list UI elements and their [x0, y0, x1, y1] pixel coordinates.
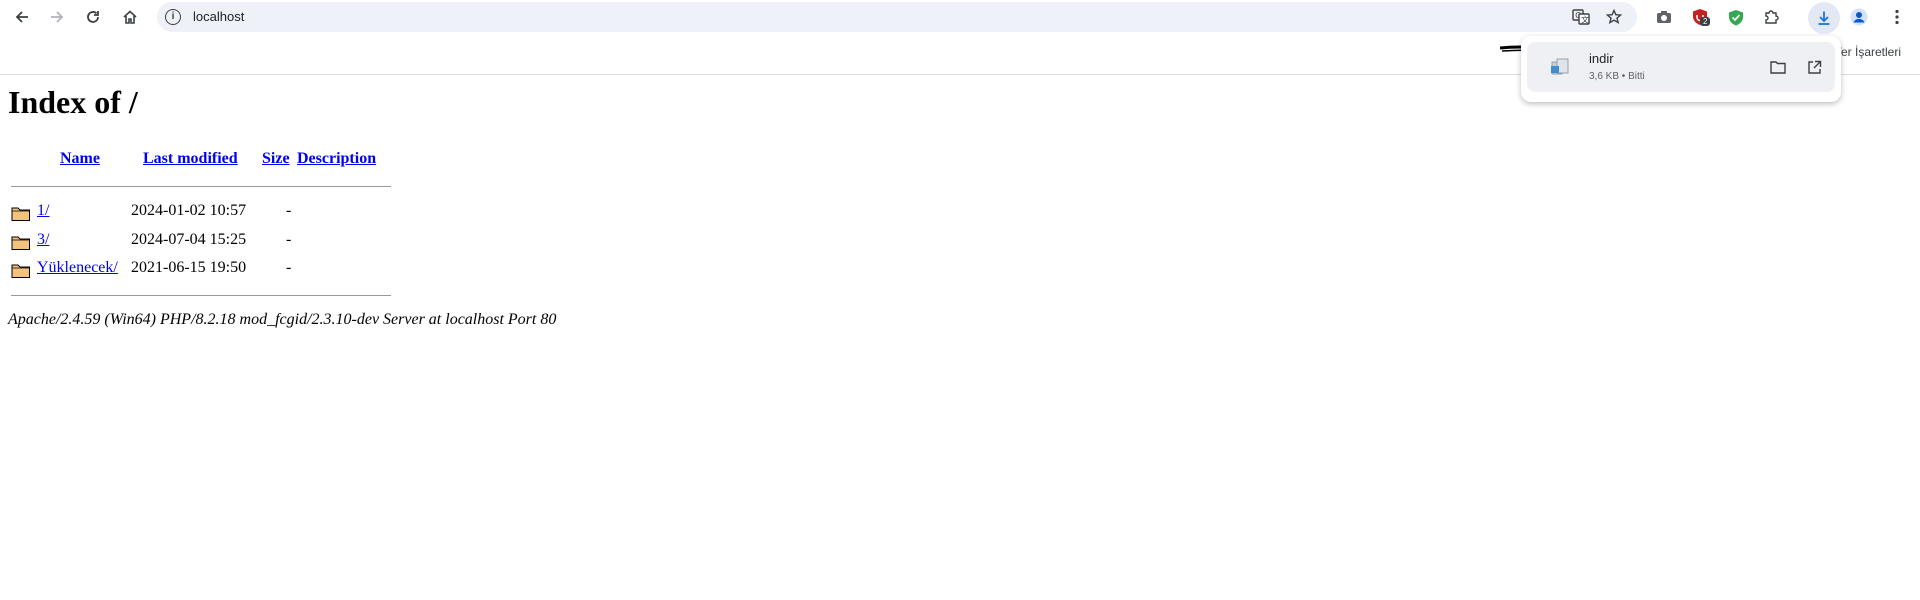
sort-by-modified-link[interactable]: Last modified — [143, 150, 238, 167]
folder-icon — [11, 264, 30, 278]
menu-kebab-icon[interactable] — [1884, 4, 1910, 30]
arrow-left-icon — [15, 11, 28, 23]
header-divider — [11, 186, 391, 187]
folder-icon — [11, 207, 30, 221]
download-item[interactable]: indir 3,6 KB • Bitti — [1527, 42, 1835, 92]
sort-by-size-link[interactable]: Size — [262, 150, 290, 167]
back-button[interactable] — [9, 4, 35, 30]
download-bubble: indir 3,6 KB • Bitti — [1521, 36, 1841, 102]
bookmark-star-icon[interactable] — [1604, 7, 1624, 27]
list-item[interactable]: 1/ — [37, 202, 49, 228]
last-modified-cell: 2021-06-15 19:50 — [131, 259, 247, 276]
ublock-shield-icon[interactable]: 2 — [1687, 4, 1713, 30]
folder-link[interactable]: 1/ — [37, 202, 49, 219]
home-icon — [123, 10, 137, 24]
folder-outline-icon — [1770, 61, 1786, 74]
reload-button[interactable] — [80, 4, 106, 30]
all-bookmarks-label[interactable]: Yer İşaretleri — [1834, 45, 1901, 59]
download-icon — [1818, 11, 1830, 25]
last-modified-cell: 2024-07-04 15:25 — [131, 231, 247, 248]
list-item[interactable]: 3/ — [37, 231, 49, 257]
browser-toolbar: i localhost G文 2 — [0, 0, 1920, 34]
open-file-button[interactable] — [1801, 54, 1827, 80]
reload-icon — [87, 11, 99, 23]
forward-button[interactable] — [44, 4, 70, 30]
size-cell: - — [286, 202, 292, 219]
downloads-button[interactable] — [1808, 2, 1840, 34]
size-cell: - — [286, 231, 292, 248]
folder-link[interactable]: 3/ — [37, 231, 49, 248]
extension-badge: 2 — [1700, 17, 1711, 26]
column-header-last-modified[interactable]: Last modified — [143, 150, 238, 176]
sort-by-description-link[interactable]: Description — [297, 150, 376, 167]
site-info-icon[interactable]: i — [165, 9, 181, 25]
file-icon — [1551, 58, 1569, 75]
list-item[interactable]: Yüklenecek/ — [37, 259, 118, 285]
translate-icon[interactable]: G文 — [1571, 7, 1591, 27]
download-filename: indir — [1589, 51, 1614, 66]
sort-by-name-link[interactable]: Name — [60, 150, 100, 167]
column-header-name[interactable]: Name — [60, 150, 100, 176]
folder-icon — [11, 236, 30, 250]
open-external-icon — [1807, 60, 1821, 74]
screenshot-icon[interactable] — [1651, 4, 1677, 30]
last-modified-cell: 2024-01-02 10:57 — [131, 202, 247, 219]
download-status: 3,6 KB • Bitti — [1589, 71, 1645, 82]
extensions-puzzle-icon[interactable] — [1758, 4, 1784, 30]
column-header-size[interactable]: Size — [262, 150, 290, 176]
folder-link[interactable]: Yüklenecek/ — [37, 259, 118, 276]
svg-text:文: 文 — [1581, 15, 1589, 25]
server-signature: Apache/2.4.59 (Win64) PHP/8.2.18 mod_fcg… — [8, 311, 557, 328]
column-header-description[interactable]: Description — [297, 150, 376, 176]
arrow-right-icon — [51, 11, 64, 23]
footer-divider — [11, 295, 391, 296]
address-bar[interactable]: i localhost G文 — [157, 2, 1637, 32]
show-in-folder-button[interactable] — [1765, 54, 1791, 80]
size-cell: - — [286, 259, 292, 276]
url-text[interactable]: localhost — [193, 9, 244, 24]
home-button[interactable] — [117, 4, 143, 30]
adguard-shield-icon[interactable] — [1723, 4, 1749, 30]
page-title: Index of / — [8, 84, 138, 120]
profile-avatar[interactable] — [1846, 4, 1872, 30]
